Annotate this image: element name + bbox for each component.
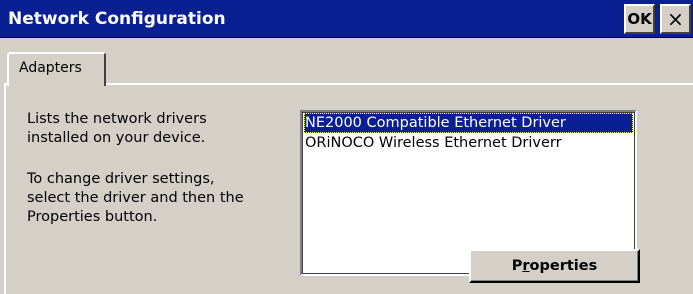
list-item-ne2000[interactable]: NE2000 Compatible Ethernet Driver	[304, 113, 633, 133]
properties-label-suffix: operties	[529, 258, 598, 274]
close-button[interactable]: ×	[660, 4, 691, 34]
title-bar: Network Configuration OK ×	[0, 0, 693, 38]
instruction-line: To change driver settings,	[27, 171, 215, 187]
tab-adapters[interactable]: Adapters	[7, 52, 106, 86]
properties-button[interactable]: Pr operties	[469, 249, 640, 283]
properties-accelerator: r	[522, 258, 530, 274]
instruction-line: select the driver and then the	[27, 190, 244, 206]
instruction-line: Properties button.	[27, 209, 158, 225]
close-icon: ×	[667, 7, 684, 31]
instruction-text: To change driver settings, select the dr…	[27, 170, 244, 227]
description-line: Lists the network drivers	[27, 111, 207, 127]
list-item-orinoco[interactable]: ORiNOCO Wireless Ethernet Driverr	[304, 133, 633, 153]
window-title: Network Configuration	[8, 9, 226, 29]
description-line: installed on your device.	[27, 130, 206, 146]
description-text: Lists the network drivers installed on y…	[27, 110, 207, 148]
ok-button[interactable]: OK	[624, 4, 655, 34]
properties-label-prefix: P	[511, 258, 523, 274]
tab-adapters-label: Adapters	[19, 60, 82, 76]
